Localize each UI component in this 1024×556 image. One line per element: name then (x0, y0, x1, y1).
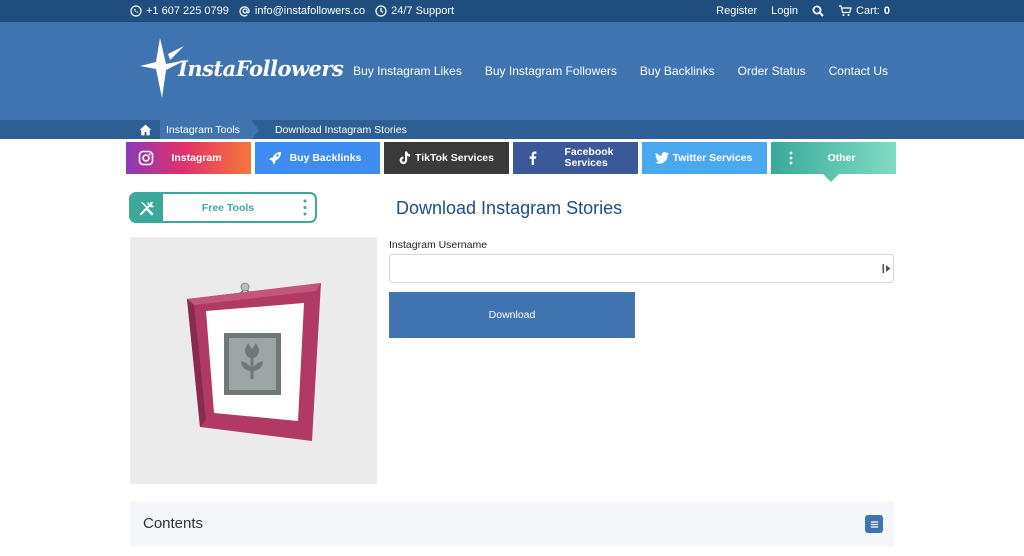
contents-section: Contents (130, 502, 894, 546)
clock-icon (375, 5, 387, 17)
nav-buy-instagram-followers[interactable]: Buy Instagram Followers (485, 64, 617, 78)
register-link[interactable]: Register (716, 5, 757, 17)
tab-twitter-services[interactable]: Twitter Services (642, 142, 767, 174)
tab-instagram[interactable]: Instagram (126, 142, 251, 174)
breadcrumb-home[interactable] (130, 120, 160, 139)
home-icon (139, 124, 151, 135)
download-button[interactable]: Download (389, 292, 635, 338)
tab-label: Other (827, 151, 856, 164)
cart-count: 0 (883, 5, 890, 17)
contents-toggle-button[interactable] (865, 515, 883, 533)
story-image-placeholder (130, 237, 377, 484)
service-tabs: Instagram Buy Backlinks TikTok Services … (126, 142, 896, 182)
tab-label: Facebook Services (564, 146, 614, 169)
list-icon (870, 520, 878, 528)
top-bar: +1 607 225 0799 info@instafollowers.co 2… (0, 0, 1024, 22)
tiktok-icon (399, 151, 410, 165)
search-icon (812, 5, 824, 17)
cart-label: Cart: (856, 5, 880, 17)
twitter-icon (655, 152, 669, 164)
site-header: InstaFollowers Buy Instagram Likes Buy I… (0, 22, 1024, 120)
logo[interactable]: InstaFollowers (138, 36, 344, 100)
tab-facebook-services[interactable]: Facebook Services (513, 142, 638, 174)
free-tools-dropdown[interactable]: Free Tools (129, 192, 317, 223)
logo-text: InstaFollowers (178, 56, 344, 81)
nav-contact-us[interactable]: Contact Us (829, 64, 888, 78)
free-tools-label: Free Tools (201, 201, 255, 214)
phone-number: +1 607 225 0799 (146, 5, 229, 17)
login-link[interactable]: Login (771, 5, 798, 17)
cart-link[interactable]: Cart: 0 (838, 5, 890, 17)
breadcrumb-current: Download Instagram Stories (274, 123, 407, 136)
tab-tiktok-services[interactable]: TikTok Services (384, 142, 509, 174)
tab-buy-backlinks[interactable]: Buy Backlinks (255, 142, 380, 174)
tab-label: Instagram (171, 151, 222, 164)
username-label: Instagram Username (389, 239, 488, 251)
email-contact[interactable]: info@instafollowers.co (239, 5, 365, 17)
cart-icon (839, 5, 852, 16)
more-vertical-icon (789, 151, 793, 165)
email-address: info@instafollowers.co (254, 5, 366, 17)
breadcrumb: Instagram Tools Download Instagram Stori… (130, 120, 415, 139)
autofill-icon[interactable] (882, 263, 891, 274)
at-sign-icon (239, 6, 250, 17)
picture-frame-illustration (187, 282, 321, 441)
tools-icon (139, 201, 155, 215)
contents-title: Contents (143, 515, 204, 532)
nav-buy-backlinks[interactable]: Buy Backlinks (640, 64, 715, 78)
username-input[interactable] (389, 254, 894, 283)
tab-other[interactable]: Other (771, 142, 896, 182)
free-tools-icon-box (131, 194, 163, 221)
facebook-icon (529, 151, 537, 165)
support-link[interactable]: 24/7 Support (375, 5, 454, 17)
breadcrumb-separator (251, 120, 259, 139)
nav-buy-instagram-likes[interactable]: Buy Instagram Likes (353, 64, 462, 78)
search-button[interactable] (812, 5, 824, 17)
more-vertical-icon (303, 199, 307, 216)
main-nav: Buy Instagram Likes Buy Instagram Follow… (353, 22, 888, 120)
breadcrumb-bar: Instagram Tools Download Instagram Stori… (0, 120, 1024, 139)
rocket-icon (269, 152, 281, 165)
instagram-icon (138, 150, 154, 166)
support-label: 24/7 Support (391, 5, 455, 17)
whatsapp-icon (130, 5, 142, 17)
nav-order-status[interactable]: Order Status (738, 64, 806, 78)
breadcrumb-instagram-tools[interactable]: Instagram Tools (160, 120, 252, 139)
phone-contact[interactable]: +1 607 225 0799 (130, 5, 229, 17)
page-title: Download Instagram Stories (396, 198, 623, 218)
